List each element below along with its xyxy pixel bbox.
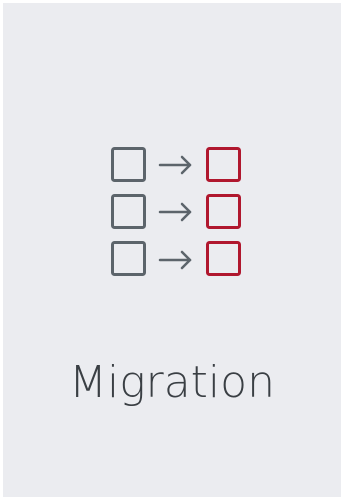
arrow-right-icon [158,155,192,175]
migration-row [111,147,241,182]
source-box-icon [111,194,146,229]
arrow-right-icon [158,202,192,222]
target-box-icon [206,241,241,276]
source-box-icon [111,147,146,182]
migration-icon [111,147,241,276]
migration-tile[interactable]: Migration [3,3,341,497]
migration-row [111,194,241,229]
target-box-icon [206,194,241,229]
source-box-icon [111,241,146,276]
tile-title: Migration [69,357,275,408]
arrow-right-icon [158,250,192,270]
migration-row [111,241,241,276]
target-box-icon [206,147,241,182]
